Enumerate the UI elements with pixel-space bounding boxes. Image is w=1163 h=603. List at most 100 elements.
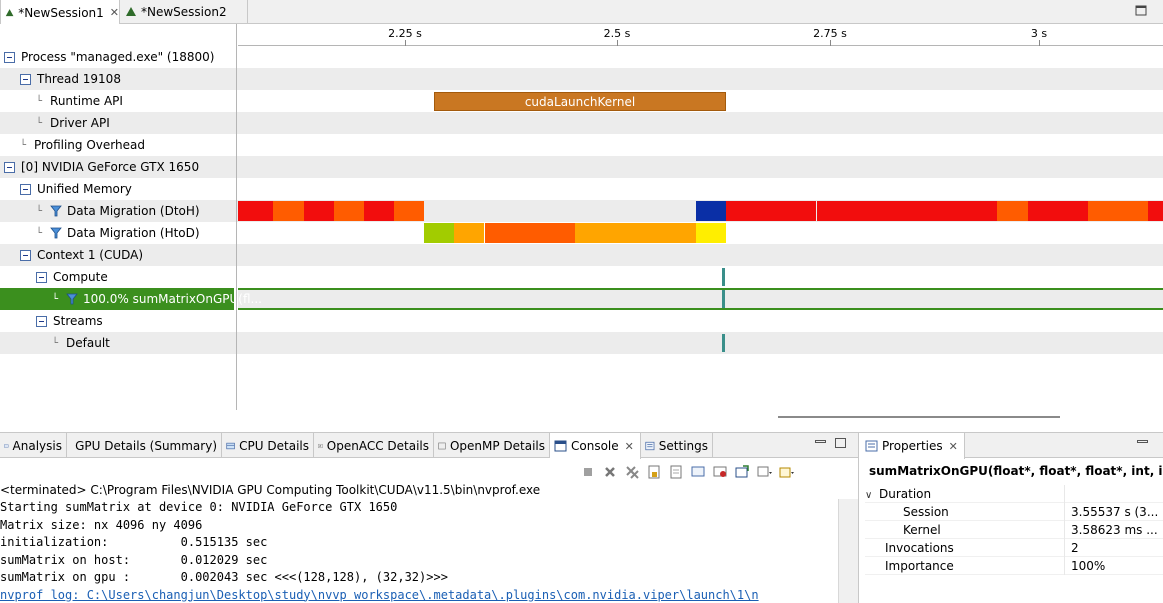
property-row-invocations[interactable]: Invocations 2 — [865, 538, 1163, 557]
tree-item-label: [0] NVIDIA GeForce GTX 1650 — [21, 160, 200, 174]
close-icon[interactable]: ✕ — [110, 6, 119, 19]
timeline-row-unified-memory[interactable] — [0, 178, 1163, 200]
dtoh-segment[interactable] — [394, 201, 424, 221]
open-console-icon[interactable] — [778, 464, 794, 480]
tab-properties[interactable]: Properties ✕ — [859, 433, 965, 459]
clear-console-icon[interactable] — [668, 464, 684, 480]
htod-segment[interactable] — [575, 223, 635, 243]
tree-divider[interactable] — [236, 24, 237, 410]
collapse-icon[interactable] — [4, 161, 15, 173]
htod-segment[interactable] — [635, 223, 696, 243]
close-icon[interactable]: ✕ — [625, 440, 634, 453]
nvprof-log-link[interactable]: nvprof log: C:\Users\changjun\Desktop\st… — [0, 587, 838, 603]
tree-item-htod[interactable]: └ Data Migration (HtoD) — [36, 222, 200, 244]
chevron-down-icon[interactable]: ∨ — [865, 490, 879, 501]
timeline-row-default[interactable] — [0, 332, 1163, 354]
tab-cpu-details-label: CPU Details — [239, 438, 309, 453]
tree-item-summatrix[interactable]: └ 100.0% sumMatrixOnGPU(fl... — [52, 288, 262, 310]
tree-item-driver-api[interactable]: └ Driver API — [36, 112, 110, 134]
dtoh-segment[interactable] — [817, 201, 997, 221]
property-row-duration[interactable]: ∨ Duration — [865, 484, 1163, 503]
tree-item-default[interactable]: └ Default — [52, 332, 110, 354]
tree-item-dtoh[interactable]: └ Data Migration (DtoH) — [36, 200, 200, 222]
display-selected-console-icon[interactable] — [734, 464, 750, 480]
filter-icon[interactable] — [66, 293, 78, 305]
horizontal-scrollbar[interactable] — [778, 416, 1060, 418]
minimize-icon[interactable] — [815, 440, 826, 443]
tab-cpu-details[interactable]: CPU Details — [222, 433, 314, 458]
pin-console-icon[interactable] — [712, 464, 728, 480]
tab-openacc-details[interactable]: # OpenACC Details — [314, 433, 434, 458]
tab-gpu-details[interactable]: GPU Details (Summary) — [67, 433, 222, 458]
collapse-icon[interactable] — [4, 51, 15, 63]
htod-segment[interactable] — [454, 223, 484, 243]
timeline-row-thread[interactable] — [0, 68, 1163, 90]
htod-segment[interactable] — [424, 223, 454, 243]
tab-newsession1[interactable]: *NewSession1 ✕ — [0, 0, 120, 25]
tree-item-runtime-api[interactable]: └ Runtime API — [36, 90, 123, 112]
dtoh-segment[interactable] — [334, 201, 364, 221]
collapse-icon[interactable] — [20, 183, 31, 195]
tab-openmp-details[interactable]: OpenMP Details — [434, 433, 550, 458]
close-icon[interactable]: ✕ — [949, 440, 958, 453]
editor-tab-bar: *NewSession1 ✕ *NewSession2 — [0, 0, 1163, 25]
tree-item-profiling-overhead[interactable]: └ Profiling Overhead — [20, 134, 145, 156]
timeline-row-context[interactable] — [0, 244, 1163, 266]
collapse-icon[interactable] — [20, 249, 31, 261]
property-row-importance[interactable]: Importance 100% — [865, 556, 1163, 575]
dtoh-segment[interactable] — [1088, 201, 1148, 221]
remove-all-icon[interactable] — [624, 464, 640, 480]
properties-title: sumMatrixOnGPU(float*, float*, float*, i… — [869, 464, 1163, 478]
timeline-row-streams[interactable] — [0, 310, 1163, 332]
tree-item-unified-memory[interactable]: Unified Memory — [20, 178, 132, 200]
dtoh-segment[interactable] — [997, 201, 1028, 221]
maximize-icon[interactable] — [1135, 5, 1147, 17]
htod-segment[interactable] — [696, 223, 726, 243]
cuda-launch-kernel-bar[interactable]: cudaLaunchKernel — [434, 92, 726, 111]
dtoh-segment[interactable] — [1148, 201, 1163, 221]
collapse-icon[interactable] — [20, 73, 31, 85]
default-stream-kernel-mark[interactable] — [722, 334, 725, 352]
tree-item-streams[interactable]: Streams — [36, 310, 103, 332]
dtoh-segment[interactable] — [1028, 201, 1088, 221]
vertical-scrollbar[interactable] — [838, 499, 858, 603]
tree-item-thread[interactable]: Thread 19108 — [20, 68, 121, 90]
tab-settings[interactable]: Settings — [641, 433, 713, 458]
property-row-session[interactable]: Session 3.55537 s (3... — [865, 502, 1163, 521]
filter-icon[interactable] — [50, 227, 62, 239]
dtoh-segment[interactable] — [273, 201, 304, 221]
tab-newsession2[interactable]: *NewSession2 — [121, 0, 248, 24]
timeline-row-runtime-api[interactable]: cudaLaunchKernel — [0, 90, 1163, 112]
console-dropdown-icon[interactable] — [756, 464, 772, 480]
scroll-lock-icon[interactable] — [646, 464, 662, 480]
remove-launch-icon[interactable] — [602, 464, 618, 480]
dtoh-segment[interactable] — [238, 201, 273, 221]
timeline-row-driver-api[interactable] — [0, 112, 1163, 134]
console-output[interactable]: Starting sumMatrix at device 0: NVIDIA G… — [0, 499, 838, 603]
minimize-icon[interactable] — [1137, 440, 1148, 443]
htod-segment[interactable] — [485, 223, 575, 243]
timeline-row-compute[interactable] — [0, 266, 1163, 288]
compute-kernel-mark[interactable] — [722, 268, 725, 286]
dtoh-segment[interactable] — [696, 201, 726, 221]
maximize-icon[interactable] — [835, 438, 846, 448]
tree-item-gpu[interactable]: [0] NVIDIA GeForce GTX 1650 — [4, 156, 199, 178]
summatrix-kernel-mark[interactable] — [722, 290, 725, 308]
tree-item-process[interactable]: Process "managed.exe" (18800) — [4, 46, 214, 68]
tab-analysis[interactable]: Analysis — [0, 433, 67, 458]
word-wrap-icon[interactable] — [690, 464, 706, 480]
collapse-icon[interactable] — [36, 315, 47, 327]
tab-analysis-label: Analysis — [12, 438, 62, 453]
filter-icon[interactable] — [50, 205, 62, 217]
collapse-icon[interactable] — [36, 271, 47, 283]
dtoh-segment[interactable] — [726, 201, 816, 221]
tree-item-compute[interactable]: Compute — [36, 266, 108, 288]
tree-item-context[interactable]: Context 1 (CUDA) — [20, 244, 143, 266]
tab-console[interactable]: Console ✕ — [550, 433, 641, 459]
tree-item-label: Default — [66, 336, 110, 350]
dtoh-segment[interactable] — [364, 201, 394, 221]
dtoh-segment[interactable] — [304, 201, 334, 221]
timeline-row-profiling-overhead[interactable] — [0, 134, 1163, 156]
property-row-kernel[interactable]: Kernel 3.58623 ms ... — [865, 520, 1163, 539]
terminate-icon[interactable] — [580, 464, 596, 480]
